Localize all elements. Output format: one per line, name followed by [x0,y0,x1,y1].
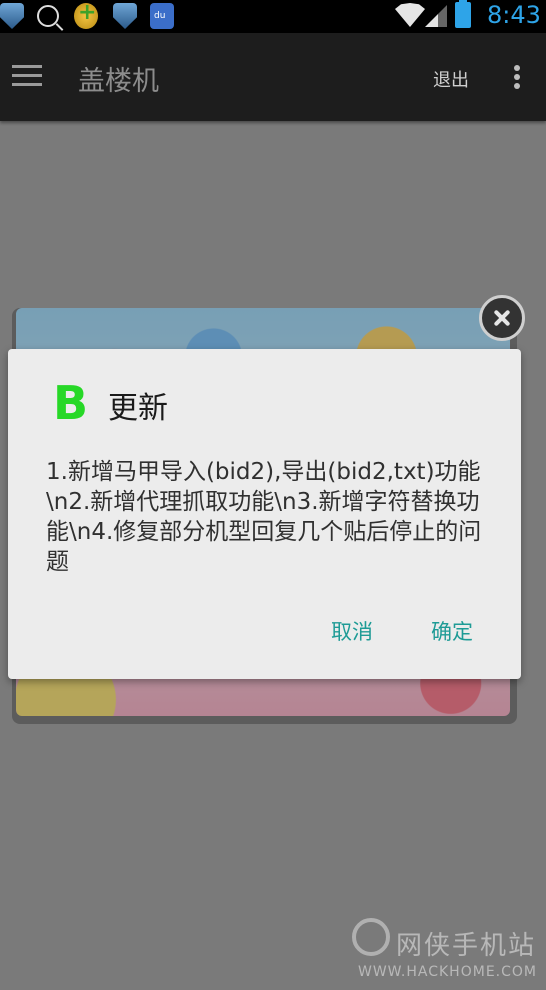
battery-icon [455,0,471,28]
close-icon[interactable] [479,295,525,341]
watermark-url: WWW.HACKHOME.COM [358,964,537,980]
dialog-title: 更新 [108,391,168,426]
shield-icon [0,3,24,29]
watermark-logo-icon [352,918,390,956]
shield-icon [113,3,137,29]
dialog-message: 1.新增马甲导入(bid2),导出(bid2,txt)功能\n2.新增代理抓取功… [46,459,482,575]
logout-button[interactable]: 退出 [433,66,469,92]
signal-icon [425,5,447,27]
app-logo-icon: B [53,376,89,430]
plus-badge-icon [74,0,98,29]
wifi-icon [395,3,425,27]
status-time: 8:43 [487,1,541,29]
baidu-paw-icon [150,3,174,29]
confirm-button[interactable]: 确定 [431,616,473,646]
watermark-name: 网侠手机站 [396,931,537,961]
hamburger-menu-icon[interactable] [12,65,42,87]
overflow-menu-icon[interactable] [514,65,520,89]
action-bar: 盖楼机 退出 [0,33,546,121]
status-bar: 8:43 [0,0,546,33]
cancel-button[interactable]: 取消 [331,616,373,646]
search-icon [37,5,59,27]
update-dialog: B 更新 1.新增马甲导入(bid2),导出(bid2,txt)功能\n2.新增… [8,349,521,679]
page-title: 盖楼机 [78,66,159,97]
